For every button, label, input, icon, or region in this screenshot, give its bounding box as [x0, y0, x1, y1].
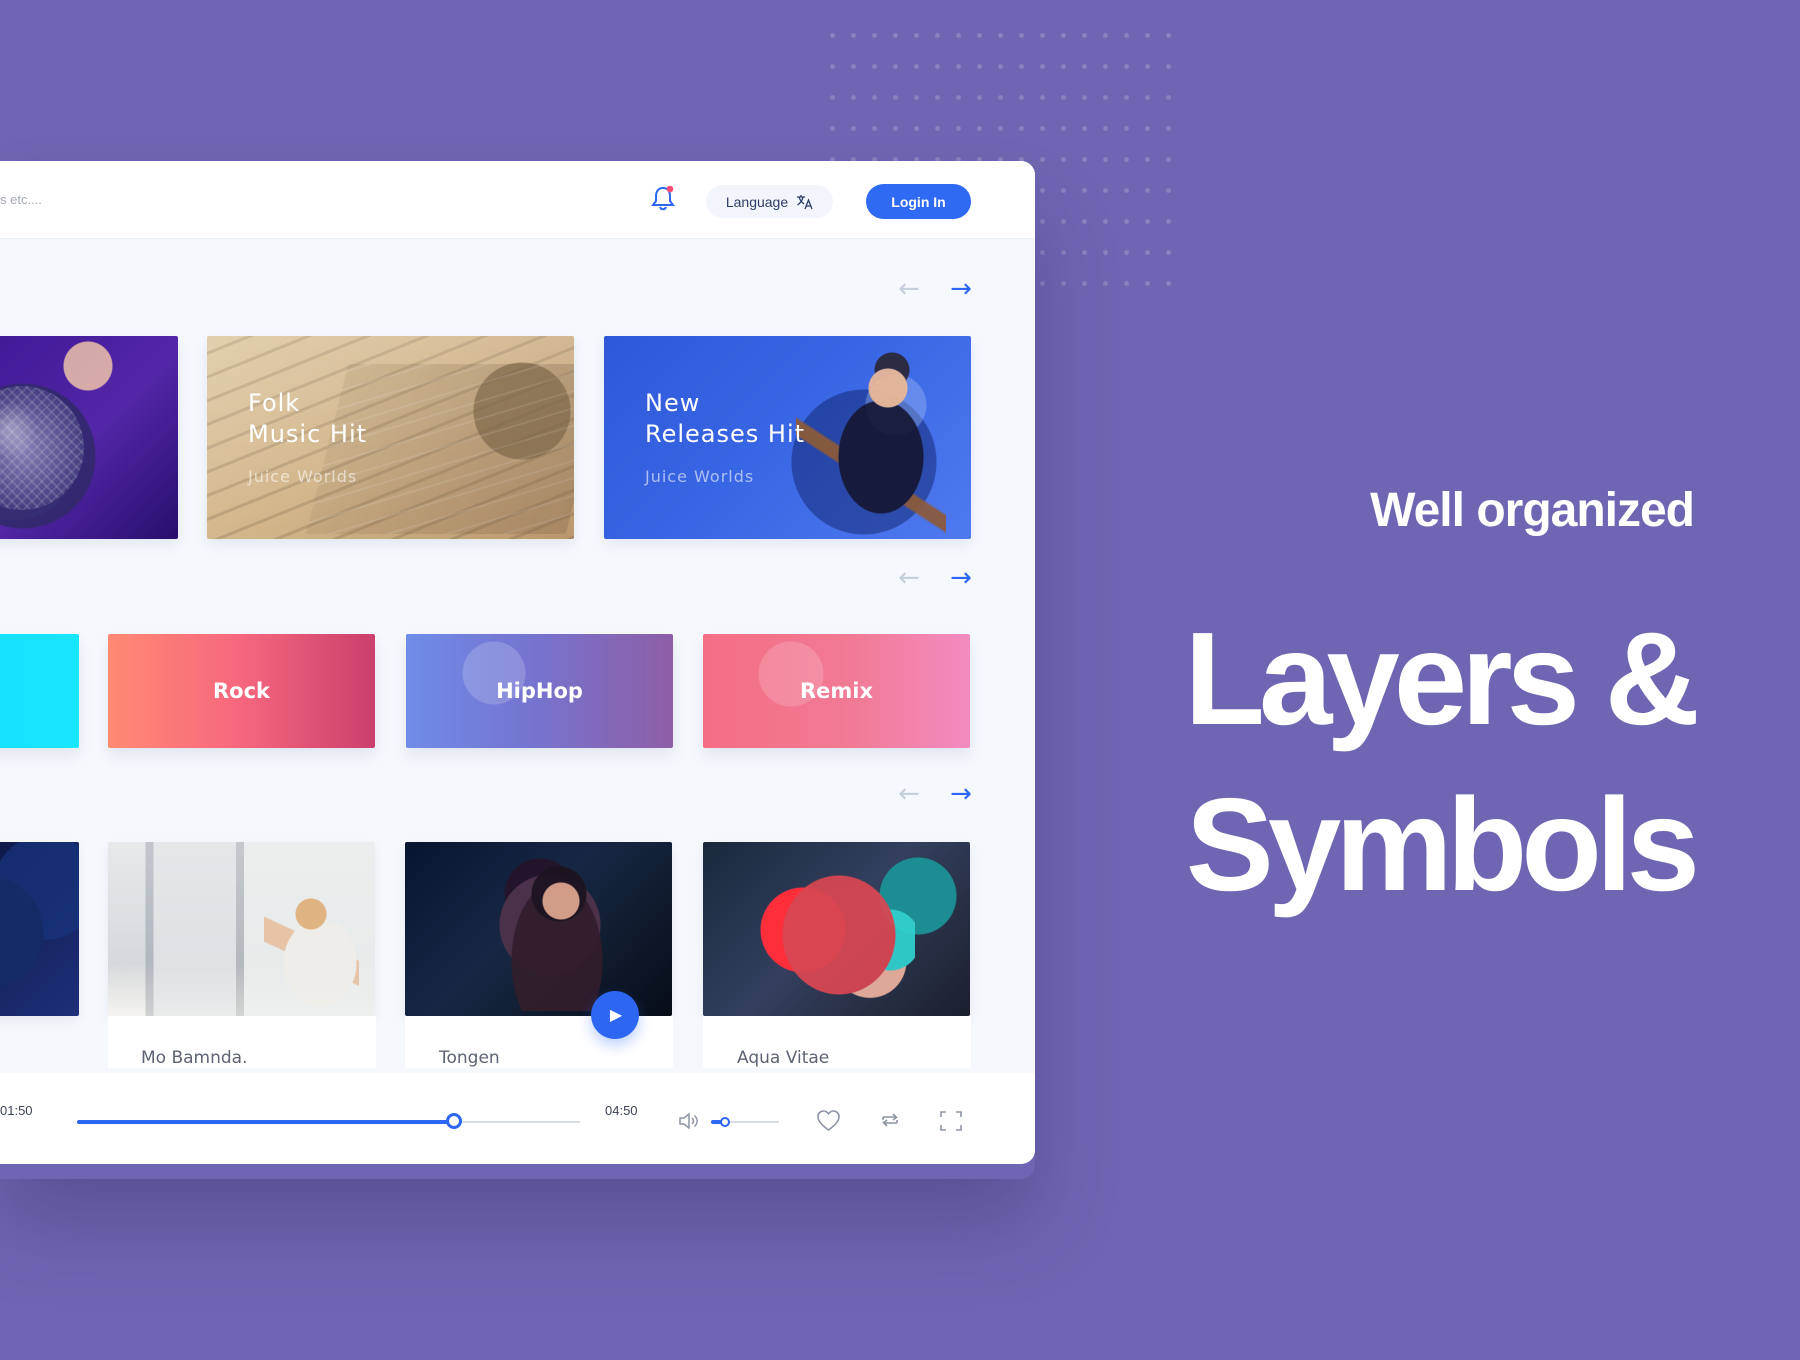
marketing-stage: s etc.... Language Login In ← → Folk Mus… [0, 0, 1800, 1360]
artist-name[interactable]: Mo Bamnda. [141, 1048, 248, 1068]
translate-icon [797, 194, 813, 209]
repeat-icon[interactable] [878, 1109, 902, 1131]
artist-photo [502, 866, 612, 1011]
featured-playlist-card-folk[interactable]: Folk Music Hit Juice Worlds [207, 336, 574, 539]
featured-playlist-title: Folk Music Hit [248, 389, 368, 448]
featured-playlist-title: New Releases Hit [645, 389, 806, 448]
language-button[interactable]: Language [706, 185, 833, 218]
top-navigation-bar: s etc.... Language Login In [0, 161, 1035, 239]
genre-card-hiphop[interactable]: HipHop [406, 634, 673, 748]
promo-headline: Layers & Symbols [1184, 605, 1700, 918]
bell-icon[interactable] [650, 184, 676, 212]
login-button[interactable]: Login In [866, 184, 971, 219]
search-placeholder[interactable]: s etc.... [0, 192, 42, 207]
featured-playlist-subtitle: Juice Worlds [248, 467, 358, 486]
artist-card-mo-bamnda[interactable] [108, 842, 375, 1016]
artist-name[interactable]: Aqua Vitae [737, 1048, 829, 1068]
artist-next-button[interactable]: → [947, 781, 975, 807]
artist-card-partial[interactable] [0, 842, 79, 1016]
genre-label: Remix [799, 679, 874, 703]
microphone-image [0, 386, 84, 510]
artist-name[interactable]: Tongen [439, 1048, 500, 1068]
guitarist-image [796, 344, 946, 539]
genre-label: Rock [212, 679, 270, 703]
featured-playlist-subtitle: Juice Worlds [645, 467, 755, 486]
genre-card-rock[interactable]: Rock [108, 634, 375, 748]
play-icon: ▶ [609, 1005, 623, 1024]
current-time: 01:50 [0, 1103, 33, 1118]
promo-tagline: Well organized [1370, 484, 1695, 537]
speaker-icon[interactable] [677, 1109, 701, 1133]
genre-card-remix[interactable]: Remix [703, 634, 970, 748]
genre-previous-button[interactable]: ← [895, 565, 923, 591]
featured-next-button[interactable]: → [947, 276, 975, 302]
total-time: 04:50 [605, 1103, 638, 1118]
genre-next-button[interactable]: → [947, 565, 975, 591]
progress-fill [77, 1120, 454, 1124]
genre-card-cyan[interactable] [0, 634, 79, 748]
volume-slider[interactable] [720, 1117, 730, 1127]
artist-photo [264, 896, 359, 1008]
progress-scrubber[interactable] [446, 1113, 462, 1129]
heart-icon[interactable] [815, 1108, 842, 1133]
artist-previous-button[interactable]: ← [895, 781, 923, 807]
language-label: Language [725, 193, 789, 210]
featured-previous-button[interactable]: ← [895, 276, 923, 302]
play-button[interactable]: ▶ [591, 991, 639, 1039]
genre-label: HipHop [496, 679, 583, 703]
featured-playlist-card-new-releases[interactable]: New Releases Hit Juice Worlds [604, 336, 971, 539]
artist-card-aqua-vitae[interactable] [703, 842, 970, 1016]
featured-playlist-card-microphone[interactable] [0, 336, 178, 539]
music-app-window: s etc.... Language Login In ← → Folk Mus… [0, 161, 1035, 1164]
artist-card-tongen[interactable] [405, 842, 672, 1016]
fullscreen-icon[interactable] [938, 1109, 964, 1133]
artist-photo [765, 855, 915, 1007]
